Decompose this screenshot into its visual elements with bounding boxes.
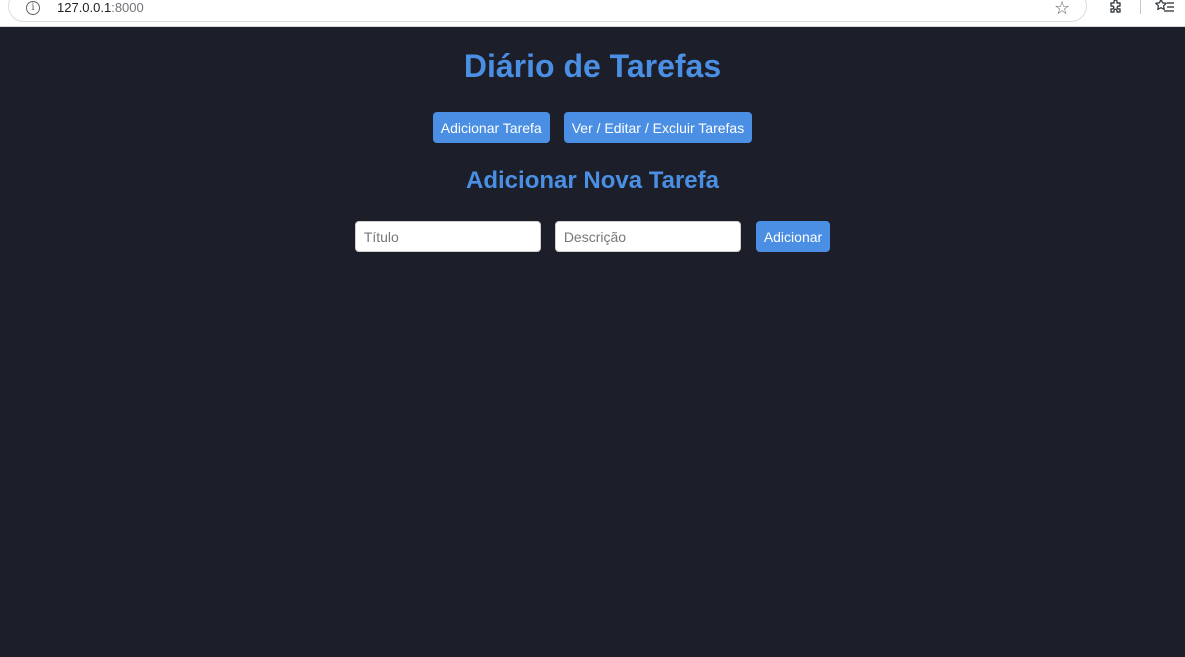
url-port: :8000	[111, 0, 144, 15]
section-title: Adicionar Nova Tarefa	[466, 167, 719, 194]
reading-list-icon[interactable]	[1155, 0, 1175, 16]
url-host: 127.0.0.1	[57, 0, 112, 15]
star-icon[interactable]: ☆	[1054, 0, 1070, 17]
toolbar-divider	[1140, 0, 1141, 14]
page-content: Diário de Tarefas Adicionar Tarefa Ver /…	[0, 27, 1185, 657]
url-text[interactable]: 127.0.0.1:8000	[57, 0, 144, 15]
info-icon[interactable]: i	[26, 1, 40, 15]
add-button[interactable]: Adicionar	[755, 221, 831, 252]
add-task-nav-button[interactable]: Adicionar Tarefa	[432, 112, 550, 143]
page-title: Diário de Tarefas	[463, 48, 722, 84]
puzzle-icon[interactable]	[1108, 0, 1124, 15]
main-nav: Adicionar Tarefa Ver / Editar / Excluir …	[0, 112, 1185, 143]
manage-tasks-nav-button[interactable]: Ver / Editar / Excluir Tarefas	[563, 112, 753, 143]
add-task-form: Adicionar	[0, 221, 1185, 252]
task-description-input[interactable]	[554, 221, 741, 252]
address-bar[interactable]	[8, 0, 1087, 22]
browser-toolbar: i 127.0.0.1:8000 ☆	[0, 0, 1185, 27]
task-title-input[interactable]	[354, 221, 541, 252]
